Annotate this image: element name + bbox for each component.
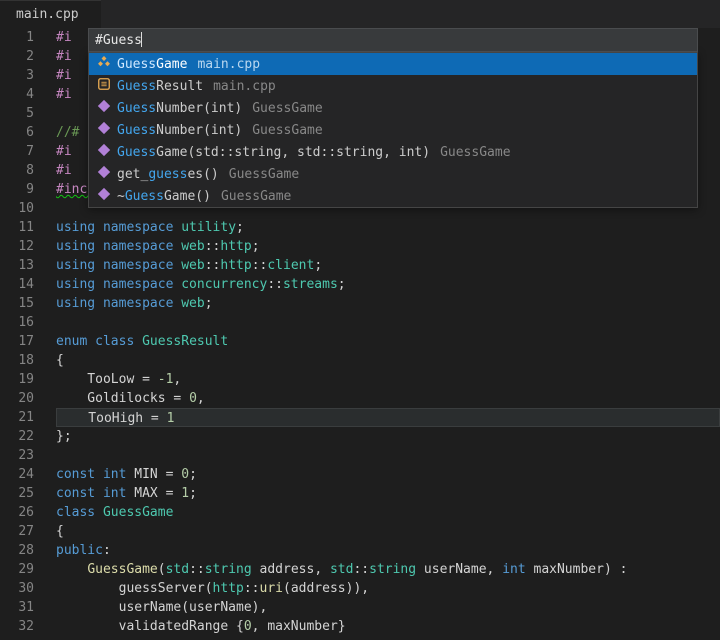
line-number: 28	[0, 541, 34, 560]
quick-nav-item-label: get_guesses()	[117, 167, 219, 182]
code-line[interactable]: GuessGame(std::string address, std::stri…	[56, 560, 720, 579]
quick-nav-popup: GuessGamemain.cppGuessResultmain.cppGues…	[88, 28, 698, 208]
line-number: 26	[0, 503, 34, 522]
code-line[interactable]: Goldilocks = 0,	[56, 389, 720, 408]
quick-nav-item-label: GuessResult	[117, 79, 203, 94]
line-number: 16	[0, 313, 34, 332]
code-line[interactable]: userName(userName),	[56, 598, 720, 617]
line-number: 5	[0, 104, 34, 123]
line-number: 32	[0, 617, 34, 636]
line-number: 20	[0, 389, 34, 408]
quick-nav-item[interactable]: GuessGame(std::string, std::string, int)…	[89, 141, 697, 163]
code-line[interactable]: const int MIN = 0;	[56, 465, 720, 484]
code-line[interactable]: public:	[56, 541, 720, 560]
code-line[interactable]: using namespace web::http::client;	[56, 256, 720, 275]
line-number: 24	[0, 465, 34, 484]
code-line[interactable]: guessServer(http::uri(address)),	[56, 579, 720, 598]
code-line[interactable]: using namespace web;	[56, 294, 720, 313]
line-number: 29	[0, 560, 34, 579]
method-icon	[97, 187, 111, 205]
quick-nav-item-label: GuessNumber(int)	[117, 123, 242, 138]
quick-nav-item-context: main.cpp	[197, 57, 260, 72]
line-number: 30	[0, 579, 34, 598]
code-line[interactable]: {	[56, 351, 720, 370]
quick-nav-item[interactable]: GuessNumber(int) GuessGame	[89, 119, 697, 141]
quick-nav-item[interactable]: GuessGame main.cpp	[89, 53, 697, 75]
quick-nav-item-context: GuessGame	[252, 101, 322, 116]
line-number: 2	[0, 47, 34, 66]
code-line[interactable]: enum class GuessResult	[56, 332, 720, 351]
quick-nav-item-label: GuessNumber(int)	[117, 101, 242, 116]
text-caret	[141, 32, 142, 47]
method-icon	[97, 99, 111, 117]
line-number-gutter: 1234567891011121314151617181920212223242…	[0, 28, 46, 640]
quick-nav-item-context: main.cpp	[213, 79, 276, 94]
code-line[interactable]: validatedRange {0, maxNumber}	[56, 617, 720, 636]
method-icon	[97, 121, 111, 139]
line-number: 21	[0, 408, 34, 427]
quick-nav-item[interactable]: ~GuessGame() GuessGame	[89, 185, 697, 207]
code-line[interactable]: using namespace utility;	[56, 218, 720, 237]
line-number: 10	[0, 199, 34, 218]
quick-nav-item-label: GuessGame(std::string, std::string, int)	[117, 145, 430, 160]
code-line[interactable]	[56, 446, 720, 465]
quick-nav-item-context: GuessGame	[221, 189, 291, 204]
line-number: 9	[0, 180, 34, 199]
line-number: 22	[0, 427, 34, 446]
enum-icon	[97, 77, 111, 95]
line-number: 17	[0, 332, 34, 351]
code-line[interactable]: const int MAX = 1;	[56, 484, 720, 503]
quick-nav-item-context: GuessGame	[229, 167, 299, 182]
code-line[interactable]: };	[56, 427, 720, 446]
quick-nav-item-label: GuessGame	[117, 57, 187, 72]
code-line[interactable]: using namespace web::http;	[56, 237, 720, 256]
class-icon	[97, 55, 111, 73]
quick-nav-item-label: ~GuessGame()	[117, 189, 211, 204]
line-number: 14	[0, 275, 34, 294]
code-line[interactable]: TooLow = -1,	[56, 370, 720, 389]
code-line[interactable]: class GuessGame	[56, 503, 720, 522]
line-number: 4	[0, 85, 34, 104]
editor-window: main.cpp 1234567891011121314151617181920…	[0, 0, 720, 640]
line-number: 15	[0, 294, 34, 313]
quick-nav-results: GuessGamemain.cppGuessResultmain.cppGues…	[88, 52, 698, 208]
line-number: 6	[0, 123, 34, 142]
quick-nav-item[interactable]: GuessResult main.cpp	[89, 75, 697, 97]
line-number: 31	[0, 598, 34, 617]
code-line[interactable]	[56, 313, 720, 332]
line-number: 12	[0, 237, 34, 256]
tab-bar: main.cpp	[0, 0, 720, 28]
line-number: 13	[0, 256, 34, 275]
quick-nav-item[interactable]: GuessNumber(int) GuessGame	[89, 97, 697, 119]
line-number: 7	[0, 142, 34, 161]
line-number: 1	[0, 28, 34, 47]
line-number: 3	[0, 66, 34, 85]
quick-nav-input[interactable]	[88, 28, 698, 52]
line-number: 8	[0, 161, 34, 180]
quick-nav-item-context: GuessGame	[440, 145, 510, 160]
line-number: 18	[0, 351, 34, 370]
quick-nav-item-context: GuessGame	[252, 123, 322, 138]
code-line[interactable]: {	[56, 522, 720, 541]
line-number: 27	[0, 522, 34, 541]
line-number: 25	[0, 484, 34, 503]
line-number: 11	[0, 218, 34, 237]
editor-area: 1234567891011121314151617181920212223242…	[0, 28, 720, 640]
line-number: 19	[0, 370, 34, 389]
tab-main-cpp[interactable]: main.cpp	[0, 0, 101, 28]
method-icon	[97, 143, 111, 161]
code-line[interactable]: TooHigh = 1	[56, 408, 720, 427]
method-icon	[97, 165, 111, 183]
quick-nav-item[interactable]: get_guesses() GuessGame	[89, 163, 697, 185]
code-line[interactable]: using namespace concurrency::streams;	[56, 275, 720, 294]
line-number: 23	[0, 446, 34, 465]
